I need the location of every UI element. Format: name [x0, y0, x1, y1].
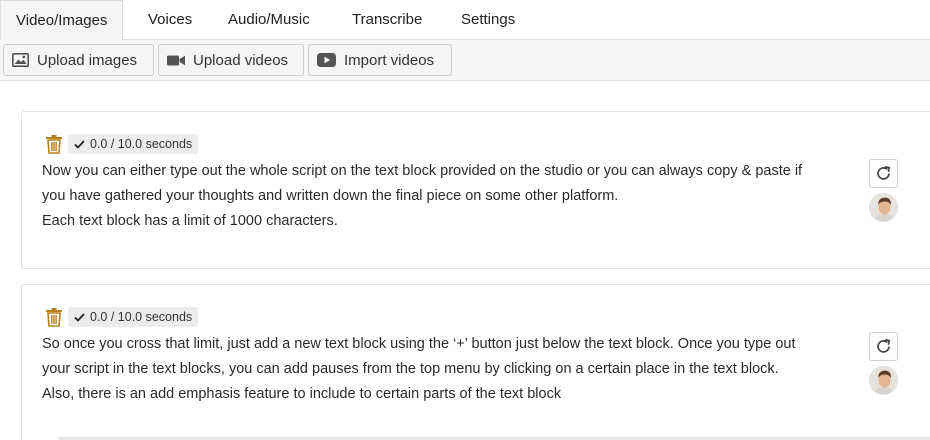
voice-avatar[interactable]: [869, 366, 898, 395]
trash-icon[interactable]: [44, 134, 64, 154]
check-icon: [74, 312, 85, 322]
import-videos-button[interactable]: Import videos: [308, 44, 452, 76]
refresh-button[interactable]: [869, 332, 898, 361]
voice-avatar[interactable]: [869, 193, 898, 222]
upload-images-button[interactable]: Upload images: [3, 44, 154, 76]
duration-text: 0.0 / 10.0 seconds: [90, 310, 193, 324]
tab-settings[interactable]: Settings: [446, 0, 530, 40]
text-block-body[interactable]: So once you cross that limit, just add a…: [42, 332, 842, 407]
refresh-icon: [877, 338, 891, 353]
text-blocks-area: 0.0 / 10.0 seconds Now you can either ty…: [0, 81, 930, 440]
media-toolbar: Upload images Upload videos Import video…: [0, 40, 930, 81]
text-block-header: 0.0 / 10.0 seconds: [44, 133, 199, 155]
refresh-button[interactable]: [869, 159, 898, 188]
text-line: you have gathered your thoughts and writ…: [42, 188, 619, 204]
upload-videos-label: Upload videos: [193, 51, 289, 69]
duration-text: 0.0 / 10.0 seconds: [90, 137, 193, 151]
text-line: your script in the text blocks, you can …: [42, 361, 779, 377]
duration-badge: 0.0 / 10.0 seconds: [68, 307, 199, 327]
person-avatar-icon: [870, 367, 897, 394]
image-icon: [12, 53, 29, 67]
person-avatar-icon: [870, 194, 897, 221]
check-icon: [74, 139, 85, 149]
refresh-icon: [877, 165, 891, 180]
tab-bar: Video/Images Voices Audio/Music Transcri…: [0, 0, 930, 41]
trash-icon[interactable]: [44, 307, 64, 327]
upload-images-label: Upload images: [37, 51, 138, 69]
text-block-header: 0.0 / 10.0 seconds: [44, 306, 199, 328]
text-block-card: 0.0 / 10.0 seconds Now you can either ty…: [21, 111, 930, 269]
import-videos-label: Import videos: [344, 51, 435, 69]
tab-video-images[interactable]: Video/Images: [0, 0, 124, 41]
text-block-card: 0.0 / 10.0 seconds So once you cross tha…: [21, 284, 930, 440]
video-camera-icon: [167, 55, 185, 65]
play-icon: [317, 53, 336, 67]
text-block-body[interactable]: Now you can either type out the whole sc…: [42, 159, 842, 234]
text-line: So once you cross that limit, just add a…: [42, 336, 796, 352]
tab-voices[interactable]: Voices: [133, 0, 207, 40]
upload-videos-button[interactable]: Upload videos: [158, 44, 304, 76]
tab-audio-music[interactable]: Audio/Music: [213, 0, 325, 40]
text-line: Now you can either type out the whole sc…: [42, 163, 803, 179]
tab-transcribe[interactable]: Transcribe: [337, 0, 437, 40]
text-line: Also, there is an add emphasis feature t…: [42, 386, 562, 402]
duration-badge: 0.0 / 10.0 seconds: [68, 134, 199, 154]
text-line: Each text block has a limit of 1000 char…: [42, 213, 338, 229]
